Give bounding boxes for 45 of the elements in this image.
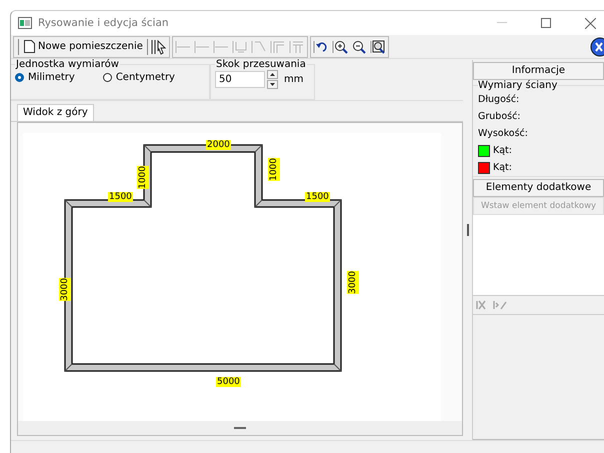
dimension-label: 1000 bbox=[137, 166, 149, 189]
tab[interactable]: Widok z góry bbox=[17, 104, 94, 121]
angle-icon[interactable] bbox=[250, 38, 267, 54]
group-title: Jednostka wymiarów bbox=[15, 59, 120, 70]
window-title: Rysowanie i edycja ścian bbox=[38, 17, 169, 29]
minimize-icon[interactable] bbox=[497, 22, 507, 24]
panel-header[interactable]: Elementy dodatkowe bbox=[473, 179, 604, 197]
dimension-label: 1000 bbox=[268, 158, 280, 181]
dimension-label: 5000 bbox=[216, 377, 241, 387]
zoom-in-icon[interactable] bbox=[332, 38, 348, 54]
field-label: Kąt: bbox=[493, 162, 512, 173]
corner-icon[interactable] bbox=[270, 38, 286, 54]
wall-icon[interactable] bbox=[232, 38, 248, 54]
group-title: Wymiary ściany bbox=[478, 80, 558, 91]
zoom-out-icon[interactable] bbox=[350, 38, 367, 54]
pointer-icon[interactable] bbox=[150, 38, 167, 54]
dimension-label: 1500 bbox=[108, 192, 133, 202]
field-label: Długość: bbox=[478, 94, 520, 105]
dimension-icon[interactable] bbox=[174, 38, 191, 54]
unit-label: mm bbox=[284, 74, 304, 85]
field-label: Grubość: bbox=[478, 111, 521, 122]
maximize-icon[interactable] bbox=[541, 18, 551, 28]
zoom-fit-icon[interactable] bbox=[370, 38, 386, 54]
dimension-label: 2000 bbox=[206, 140, 231, 150]
dimension-label: 3000 bbox=[59, 278, 71, 301]
splitter-handle-icon[interactable] bbox=[466, 224, 468, 236]
undo-icon[interactable] bbox=[312, 38, 329, 54]
spinner-icon[interactable] bbox=[267, 70, 278, 89]
dimension-label: 1500 bbox=[305, 192, 330, 202]
radio-button[interactable]: Centymetry bbox=[102, 72, 175, 83]
group-title: Skok przesuwania bbox=[215, 59, 307, 70]
close-icon[interactable] bbox=[588, 36, 604, 56]
app-icon bbox=[18, 17, 32, 29]
panel-header[interactable]: Informacje bbox=[473, 62, 604, 80]
dimension-icon[interactable] bbox=[194, 38, 210, 54]
dimension-icon[interactable] bbox=[212, 38, 229, 54]
field-label: Wysokość: bbox=[478, 128, 528, 139]
resize-handle-icon[interactable] bbox=[234, 427, 246, 429]
edit-icon[interactable] bbox=[493, 300, 507, 310]
radio-button[interactable]: Milimetry bbox=[15, 72, 75, 83]
column-icon[interactable] bbox=[288, 38, 305, 54]
dimension-label: 3000 bbox=[347, 271, 359, 294]
step-field[interactable]: 50 bbox=[215, 71, 265, 88]
field-label: Kąt: bbox=[493, 145, 512, 156]
document-icon bbox=[24, 40, 35, 53]
